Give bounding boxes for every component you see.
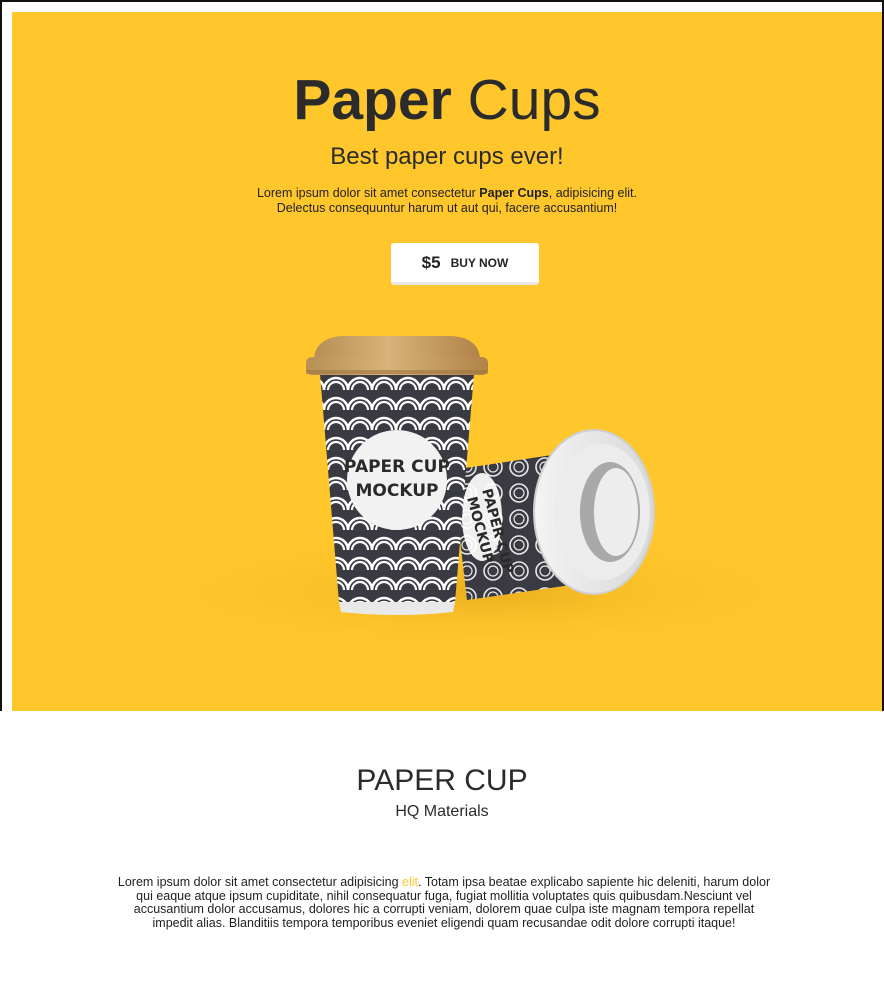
hero-section: Paper Cups Best paper cups ever! Lorem i… — [12, 12, 882, 711]
section-body-link[interactable]: elit — [402, 875, 418, 889]
materials-section: PAPER CUP HQ Materials Lorem ipsum dolor… — [0, 711, 884, 995]
cup-label-line1: PAPER CUP — [344, 457, 450, 477]
paper-cups-image: PAPER CUP MOCKUP PAPER CUP MOCKUP — [152, 336, 812, 652]
section-subtitle: HQ Materials — [395, 803, 489, 820]
cup-label-line2: MOCKUP — [356, 481, 439, 501]
section-body: Lorem ipsum dolor sit amet consectetur a… — [114, 875, 774, 930]
section-body-pre: Lorem ipsum dolor sit amet consectetur a… — [117, 875, 403, 889]
section-title: PAPER CUP — [356, 764, 528, 797]
lying-cup: PAPER CUP MOCKUP — [452, 429, 655, 600]
